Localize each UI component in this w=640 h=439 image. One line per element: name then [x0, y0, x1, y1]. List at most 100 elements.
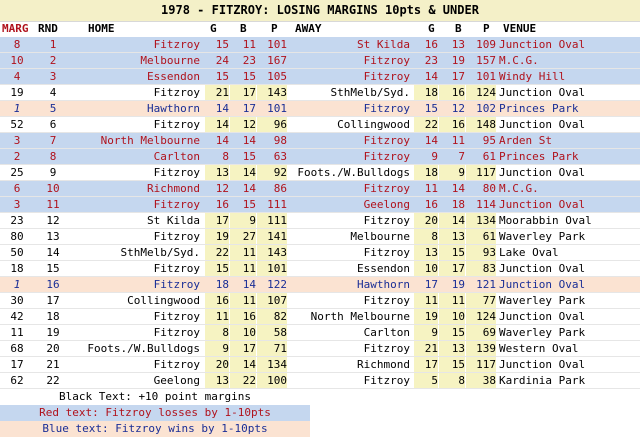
cell-rnd: 18	[46, 310, 60, 323]
cell-away: Fitzroy	[363, 182, 410, 195]
cell-venue: Moorabbin Oval	[499, 214, 592, 227]
cell-marg: 80	[10, 230, 24, 243]
header-home-points: P	[271, 22, 278, 35]
cell-marg: 52	[10, 118, 24, 131]
cell-venue: Princes Park	[499, 150, 579, 163]
cell-rnd: 11	[46, 198, 60, 211]
cell-away: Fitzroy	[363, 342, 410, 355]
cell-ag: 9	[431, 150, 438, 163]
table-row: 3 11 Fitzroy 16 15 111 Geelong 16 18 114 Junction …	[0, 197, 640, 213]
header-home-goals: G	[210, 22, 217, 35]
cell-away: Geelong	[363, 198, 410, 211]
cell-hg: 22	[205, 245, 229, 260]
cell-away: Foots./W.Bulldogs	[297, 166, 410, 179]
cell-marg: 25	[10, 166, 24, 179]
cell-away: Fitzroy	[363, 294, 410, 307]
table-row: 17 21 Fitzroy 20 14 134 Richmond 17 15 117 Junctio…	[0, 357, 640, 373]
cell-ab: 7	[458, 150, 465, 163]
cell-hg: 13	[205, 373, 229, 388]
cell-rnd: 19	[46, 326, 60, 339]
cell-rnd: 6	[49, 118, 57, 131]
cell-ag: 23	[424, 54, 438, 67]
table-row: 23 12 St Kilda 17 9 111 Fitzroy 20 14 134 Moorabbi…	[0, 213, 640, 229]
cell-hg: 14	[215, 134, 229, 147]
cell-ab: 12	[451, 102, 465, 115]
cell-home: Fitzroy	[153, 310, 200, 323]
cell-ag: 16	[424, 198, 438, 211]
cell-venue: Waverley Park	[499, 294, 586, 307]
cell-hb: 15	[242, 70, 256, 83]
cell-home: Fitzroy	[153, 166, 200, 179]
cell-away: Fitzroy	[363, 54, 410, 67]
cell-ag: 5	[414, 373, 438, 388]
cell-ab: 17	[439, 261, 465, 276]
cell-ab: 17	[451, 70, 465, 83]
cell-marg: 11	[10, 326, 24, 339]
cell-home: Melbourne	[140, 54, 200, 67]
header-rnd: RND	[38, 22, 58, 35]
cell-ap: 95	[482, 134, 496, 147]
cell-rnd: 16	[46, 278, 60, 291]
cell-hg: 8	[205, 325, 229, 340]
cell-venue: M.C.G.	[499, 54, 539, 67]
cell-hb: 9	[230, 213, 256, 228]
table-row: 80 13 Fitzroy 19 27 141 Melbourne 8 13 61 Waverley…	[0, 229, 640, 245]
cell-ap: 61	[482, 150, 496, 163]
cell-away: SthMelb/Syd.	[330, 86, 410, 99]
cell-rnd: 10	[46, 182, 60, 195]
cell-hb: 17	[230, 85, 256, 100]
cell-hg: 14	[205, 117, 229, 132]
cell-hb: 17	[230, 341, 256, 356]
cell-hp: 111	[257, 213, 287, 228]
cell-marg: 2	[13, 150, 21, 163]
header-row: MARG RND HOME G B P AWAY G B P VENUE	[0, 21, 640, 37]
cell-marg: 3	[13, 134, 21, 147]
table-row: 3 7 North Melbourne 14 14 98 Fitzroy 14 11 95 Arde…	[0, 133, 640, 149]
table-row: 50 14 SthMelb/Syd. 22 11 143 Fitzroy 13 15 93 Lake…	[0, 245, 640, 261]
cell-home: Collingwood	[127, 294, 200, 307]
legend-blue: Blue text: Fitzroy wins by 1-10pts	[0, 421, 310, 437]
table-row: 52 6 Fitzroy 14 12 96 Collingwood 22 16 148 Juncti…	[0, 117, 640, 133]
cell-hg: 18	[215, 278, 229, 291]
cell-venue: Junction Oval	[499, 278, 586, 291]
cell-hb: 16	[230, 309, 256, 324]
cell-hb: 11	[242, 38, 256, 51]
cell-hp: 58	[257, 325, 287, 340]
header-away-points: P	[483, 22, 490, 35]
header-marg: MARG	[2, 22, 29, 35]
cell-home: Fitzroy	[153, 326, 200, 339]
cell-ab: 9	[439, 165, 465, 180]
cell-ap: 117	[466, 357, 496, 372]
cell-venue: Junction Oval	[499, 262, 586, 275]
table-row: 1 16 Fitzroy 18 14 122 Hawthorn 17 19 121 Junction…	[0, 277, 640, 293]
cell-ab: 15	[439, 325, 465, 340]
cell-hp: 82	[257, 309, 287, 324]
cell-venue: Junction Oval	[499, 86, 586, 99]
cell-hp: 105	[267, 70, 287, 83]
cell-marg: 30	[10, 294, 24, 307]
cell-ab: 10	[439, 309, 465, 324]
cell-hp: 167	[267, 54, 287, 67]
cell-home: Essendon	[147, 70, 200, 83]
cell-hb: 14	[242, 278, 256, 291]
cell-hp: 63	[273, 150, 287, 163]
cell-away: St Kilda	[357, 38, 410, 51]
cell-venue: Windy Hill	[499, 70, 566, 83]
cell-ap: 134	[466, 213, 496, 228]
header-home-behinds: B	[240, 22, 247, 35]
cell-venue: Junction Oval	[499, 358, 586, 371]
cell-hg: 13	[205, 165, 229, 180]
cell-hb: 12	[230, 117, 256, 132]
cell-away: Fitzroy	[363, 134, 410, 147]
cell-ag: 19	[414, 309, 438, 324]
cell-rnd: 1	[49, 38, 57, 51]
cell-rnd: 20	[46, 342, 60, 355]
table-row: 1 5 Hawthorn 14 17 101 Fitzroy 15 12 102 Princes P…	[0, 101, 640, 117]
cell-ag: 8	[414, 229, 438, 244]
header-venue: VENUE	[503, 22, 537, 35]
cell-away: Carlton	[363, 326, 410, 339]
cell-ab: 16	[439, 117, 465, 132]
cell-venue: M.C.G.	[499, 182, 539, 195]
cell-rnd: 2	[49, 54, 57, 67]
cell-hg: 15	[215, 38, 229, 51]
